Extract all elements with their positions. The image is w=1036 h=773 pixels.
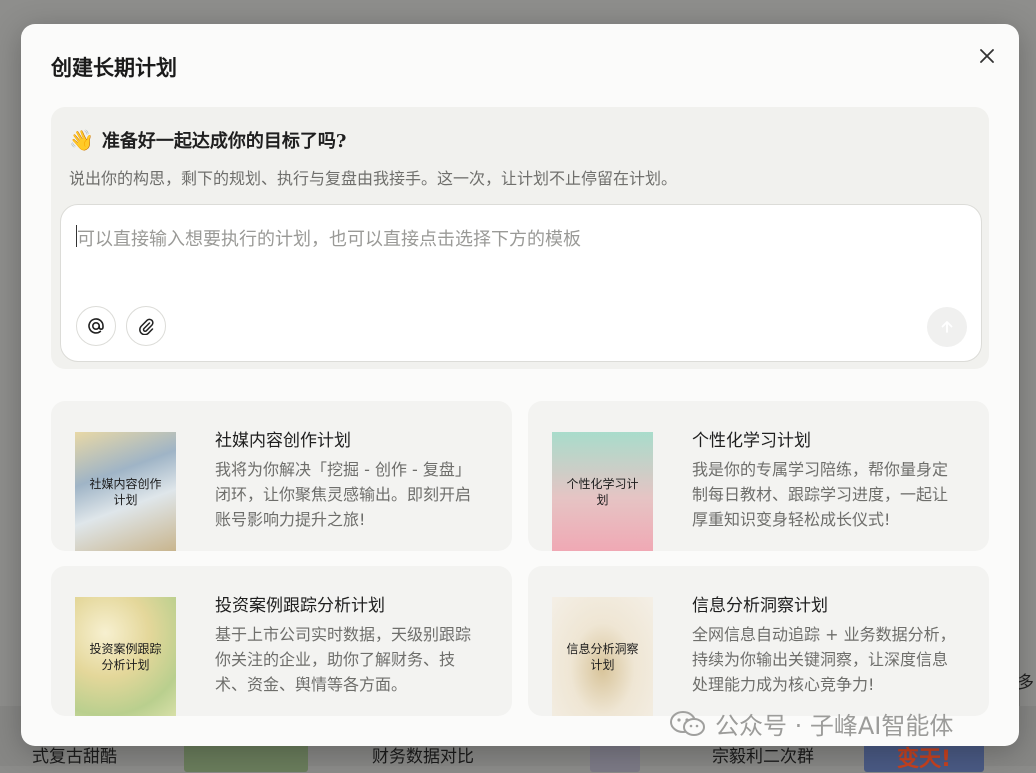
attach-button[interactable] — [126, 306, 166, 346]
template-title: 信息分析洞察计划 — [692, 596, 828, 616]
background-thumb: 变天! — [864, 742, 984, 772]
plan-input[interactable]: 可以直接输入想要执行的计划，也可以直接点击选择下方的模板 — [60, 204, 982, 362]
at-icon — [88, 318, 104, 334]
template-description: 全网信息自动追踪 + 业务数据分析，持续为你输出关键洞察，让深度信息处理能力成为… — [692, 625, 956, 694]
template-card-learning[interactable]: 个性化学习计划 个性化学习计划 我是你的专属学习陪练，帮你量身定制每日教材、跟踪… — [528, 401, 989, 551]
watermark-text: 公众号 · 子峰AI智能体 — [715, 712, 954, 740]
background-thumb — [184, 742, 308, 772]
background-edge-text: 多 — [1017, 673, 1034, 693]
template-thumbnail: 投资案例跟踪分析计划 — [75, 597, 176, 716]
template-card-insight[interactable]: 信息分析洞察计划 信息分析洞察计划 全网信息自动追踪 + 业务数据分析，持续为你… — [528, 566, 989, 716]
plan-input-placeholder: 可以直接输入想要执行的计划，也可以直接点击选择下方的模板 — [77, 229, 581, 250]
dialog-title: 创建长期计划 — [51, 55, 177, 80]
template-description: 我是你的专属学习陪练，帮你量身定制每日教材、跟踪学习进度，一起让厚重知识变身轻松… — [692, 460, 949, 529]
hero-title: 准备好一起达成你的目标了吗? — [101, 131, 347, 152]
mention-button[interactable] — [76, 306, 116, 346]
hero-subtitle: 说出你的构思，剩下的规划、执行与复盘由我接手。这一次，让计划不止停留在计划。 — [69, 169, 678, 188]
template-thumbnail: 信息分析洞察计划 — [552, 597, 653, 716]
background-thumb — [590, 742, 640, 772]
waving-hand-icon: 👋 — [69, 128, 94, 152]
wechat-icon — [670, 710, 705, 736]
template-card-social-media[interactable]: 社媒内容创作计划 社媒内容创作计划 我将为你解决「挖掘 - 创作 - 复盘」闭环… — [51, 401, 512, 551]
template-title: 个性化学习计划 — [692, 431, 811, 451]
close-button[interactable] — [975, 44, 999, 68]
hero-heading: 👋 准备好一起达成你的目标了吗? — [69, 127, 346, 153]
send-button[interactable] — [927, 307, 967, 347]
template-title: 投资案例跟踪分析计划 — [215, 596, 385, 616]
background-side-panel: 多 — [1017, 240, 1036, 710]
template-thumbnail: 社媒内容创作计划 — [75, 432, 176, 551]
arrow-up-icon — [941, 321, 953, 333]
watermark: 公众号 · 子峰AI智能体 — [669, 706, 953, 741]
paperclip-icon — [139, 318, 154, 335]
create-plan-dialog: 创建长期计划 👋 准备好一起达成你的目标了吗? 说出你的构思，剩下的规划、执行与… — [21, 24, 1019, 746]
template-description: 我将为你解决「挖掘 - 创作 - 复盘」闭环，让你聚焦灵感输出。即刻开启账号影响… — [215, 460, 472, 529]
template-thumbnail: 个性化学习计划 — [552, 432, 653, 551]
template-card-investment[interactable]: 投资案例跟踪分析计划 投资案例跟踪分析计划 基于上市公司实时数据，天级别跟踪你关… — [51, 566, 512, 716]
template-title: 社媒内容创作计划 — [215, 431, 351, 451]
plan-input-panel: 👋 准备好一起达成你的目标了吗? 说出你的构思，剩下的规划、执行与复盘由我接手。… — [51, 107, 989, 369]
template-description: 基于上市公司实时数据，天级别跟踪你关注的企业，助你了解财务、技术、资金、舆情等各… — [215, 625, 472, 694]
close-icon — [980, 49, 994, 63]
